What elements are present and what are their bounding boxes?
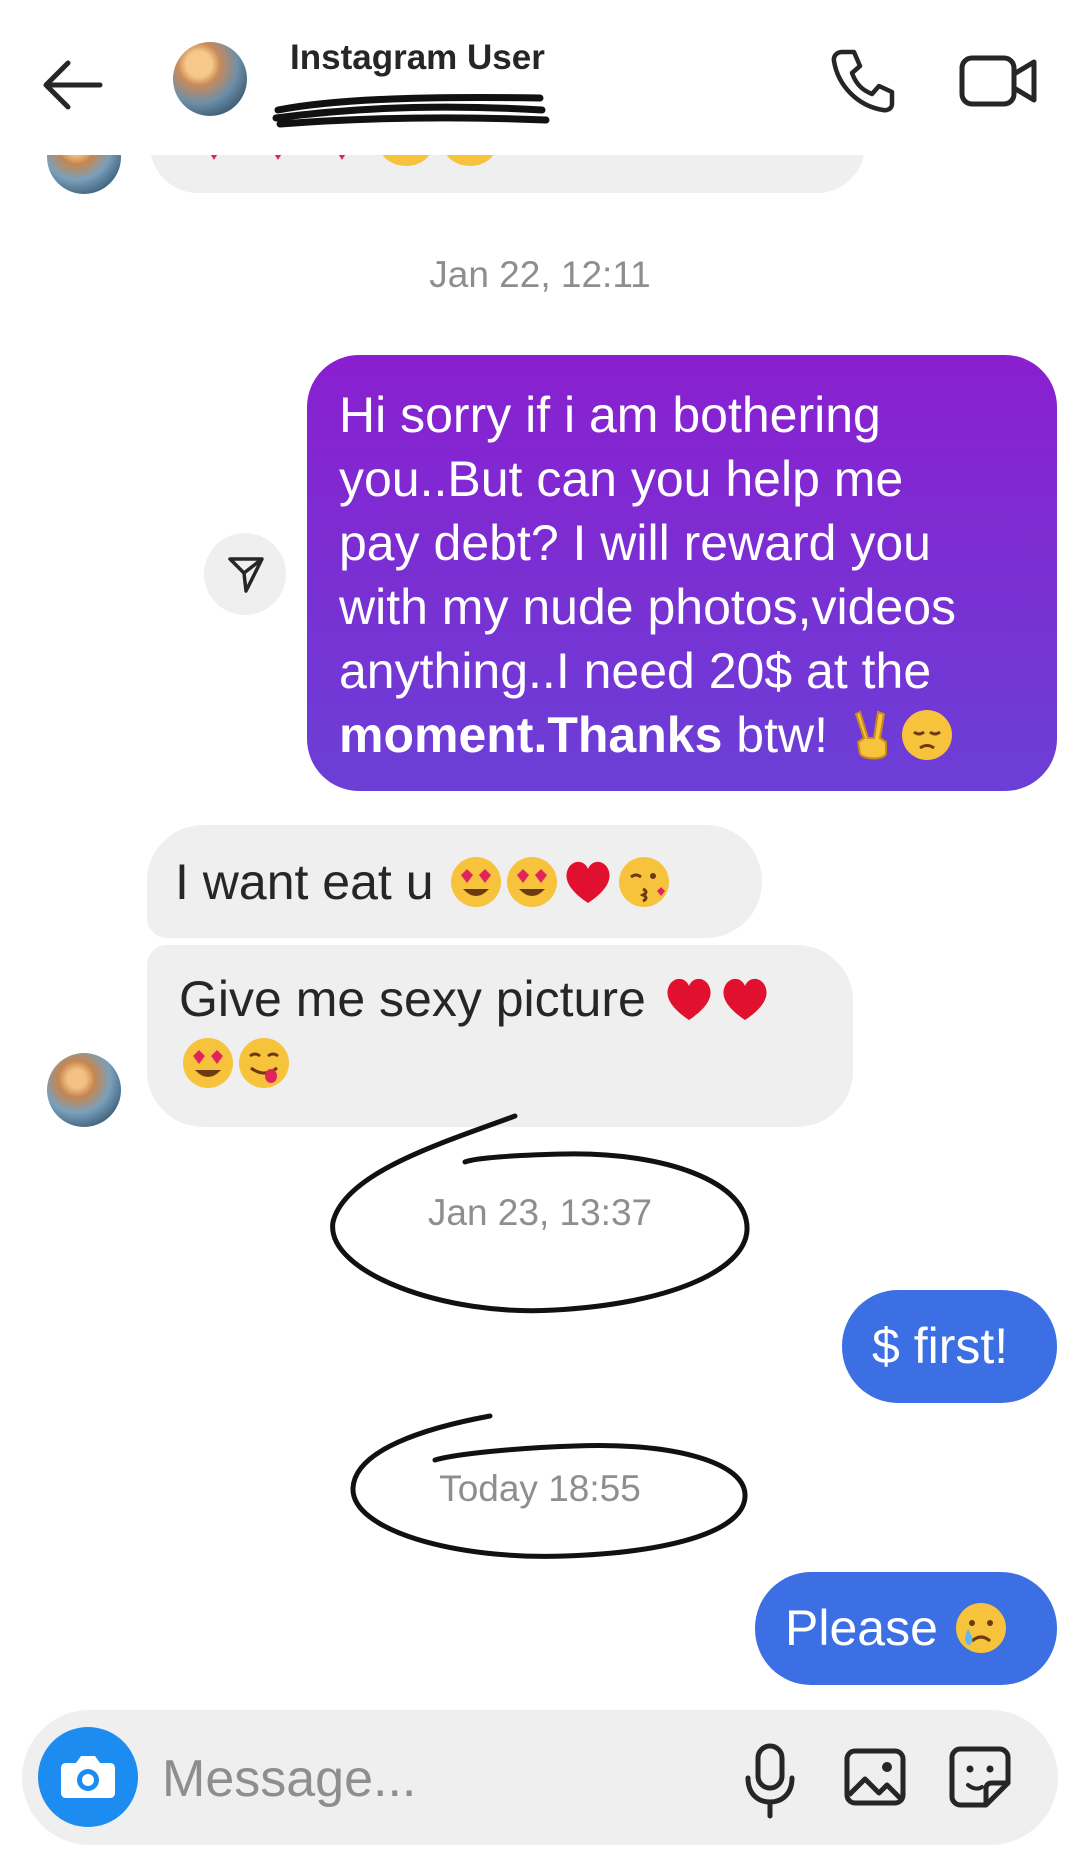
avatar[interactable] xyxy=(173,42,247,116)
sticker-icon[interactable] xyxy=(948,1745,1012,1809)
red-heart-emoji-icon xyxy=(667,978,711,1020)
heart-eyes-emoji-icon xyxy=(451,857,502,907)
message-text: Give me sexy picture xyxy=(179,971,660,1027)
message-text: Please xyxy=(785,1600,952,1656)
camera-button[interactable] xyxy=(38,1727,138,1827)
video-camera-icon[interactable] xyxy=(958,50,1040,112)
timestamp: Jan 22, 12:11 xyxy=(429,254,651,295)
received-message-bubble[interactable]: Give me sexy picture xyxy=(147,945,853,1127)
message-line: you..But can you help me xyxy=(339,451,904,507)
heart-eyes-emoji-icon xyxy=(183,1038,233,1088)
redaction-scribble xyxy=(272,94,550,128)
message-line: pay debt? I will reward you xyxy=(339,515,931,571)
message-line xyxy=(179,1031,821,1095)
message-line: Give me sexy picture xyxy=(179,967,821,1031)
sent-message-bubble[interactable]: Hi sorry if i am bothering you..But can … xyxy=(307,355,1057,791)
red-heart-emoji-icon xyxy=(566,861,610,903)
arrow-left-icon[interactable] xyxy=(38,55,108,115)
message-line: anything..I need 20$ at the xyxy=(339,643,932,699)
received-message-bubble[interactable]: I want eat u xyxy=(147,825,762,938)
red-heart-emoji-icon xyxy=(723,978,767,1020)
bold-text: moment.Thanks xyxy=(339,707,723,763)
heart-eyes-emoji-icon xyxy=(507,857,558,907)
timestamp: Today 18:55 xyxy=(439,1468,641,1509)
image-icon[interactable] xyxy=(843,1745,907,1809)
contact-name[interactable]: Instagram User xyxy=(290,38,545,78)
paper-plane-icon xyxy=(228,557,264,593)
timestamp: Jan 23, 13:37 xyxy=(427,1192,653,1233)
microphone-icon[interactable] xyxy=(740,1742,800,1822)
message-line: with my nude photos,videos xyxy=(339,579,957,635)
victory-hand-emoji-icon xyxy=(854,710,887,760)
yum-face-emoji-icon xyxy=(239,1038,289,1088)
message-text: I want eat u xyxy=(175,854,448,910)
camera-icon xyxy=(61,1756,115,1798)
send-status-indicator[interactable] xyxy=(204,533,286,615)
message-text: btw! xyxy=(722,707,842,763)
kissing-face-emoji-icon xyxy=(619,857,670,907)
contact-avatar[interactable] xyxy=(47,1053,121,1127)
message-input[interactable] xyxy=(160,1740,684,1818)
phone-icon[interactable] xyxy=(828,46,898,116)
message-line: moment.Thanks btw! xyxy=(339,703,1029,767)
message-text: $ first! xyxy=(872,1318,1009,1374)
message-line: Hi sorry if i am bothering xyxy=(339,387,881,443)
sent-message-bubble[interactable]: Please xyxy=(755,1572,1057,1685)
crying-face-emoji-icon xyxy=(955,1603,1006,1653)
sent-message-bubble[interactable]: $ first! xyxy=(842,1290,1057,1403)
pensive-face-emoji-icon xyxy=(901,710,952,760)
chat-header: Instagram User xyxy=(0,0,1080,155)
